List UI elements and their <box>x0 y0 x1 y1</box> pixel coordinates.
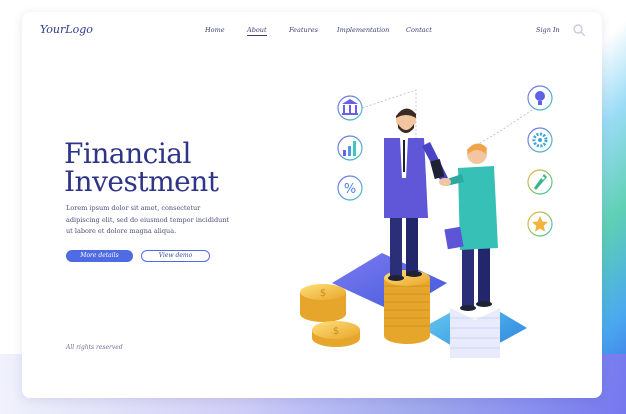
handshake <box>439 178 451 186</box>
landing-card: YourLogo Home About Features Implementat… <box>22 12 602 398</box>
nav-implementation[interactable]: Implementation <box>337 26 389 34</box>
more-details-button[interactable]: More details <box>66 250 133 262</box>
hero-title-line-1: Financial <box>64 137 191 170</box>
hero-title-line-2: Investment <box>64 165 219 198</box>
nav-about[interactable]: About <box>247 26 267 36</box>
coin-stack-center <box>384 270 430 344</box>
sign-in-link[interactable]: Sign In <box>536 26 560 34</box>
building-stack <box>450 296 500 358</box>
search-icon[interactable] <box>572 23 586 37</box>
star-icon <box>527 211 553 237</box>
coin-single: $ <box>312 321 360 347</box>
handshake-illustration: $ $ % <box>300 85 553 358</box>
percent-icon: % <box>337 175 363 201</box>
top-nav: Home About Features Implementation Conta… <box>22 26 602 40</box>
bar-chart-icon <box>337 135 363 161</box>
svg-text:%: % <box>344 182 356 197</box>
nav-home[interactable]: Home <box>205 26 225 34</box>
businessman-right <box>444 143 498 311</box>
bank-icon <box>337 95 363 121</box>
hero-title: Financial Investment <box>64 140 219 196</box>
footer-copyright: All rights reserved <box>66 344 123 351</box>
rocket-icon <box>527 169 553 195</box>
svg-text:$: $ <box>333 326 339 337</box>
svg-text:$: $ <box>320 288 326 299</box>
view-demo-button[interactable]: View demo <box>141 250 210 262</box>
nav-contact[interactable]: Contact <box>406 26 432 34</box>
coin-stack-left: $ <box>300 284 346 322</box>
gear-icon <box>527 127 553 153</box>
lightbulb-icon <box>527 85 553 111</box>
nav-features[interactable]: Features <box>289 26 318 34</box>
hero-description: Lorem ipsum dolor sit amet, consectetur … <box>66 204 230 235</box>
